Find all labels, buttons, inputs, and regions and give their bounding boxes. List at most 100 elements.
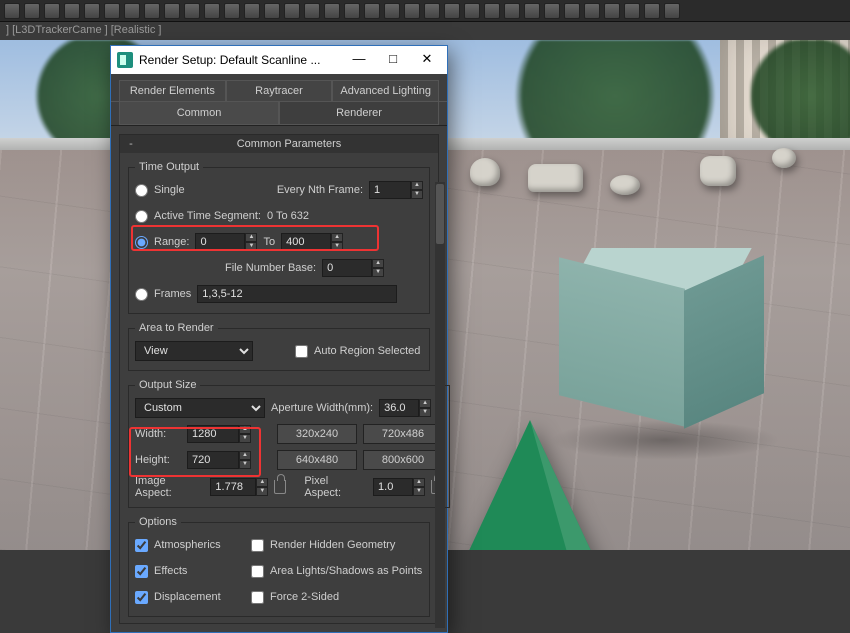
options-group: Options Atmospherics Render Hidden Geome… <box>128 516 430 617</box>
spinner[interactable]: ▲▼ <box>331 233 343 251</box>
tab-renderer[interactable]: Renderer <box>279 102 439 125</box>
toolbar-icon[interactable] <box>364 3 380 19</box>
toolbar-icon[interactable] <box>564 3 580 19</box>
frames-radio[interactable]: Frames <box>135 288 191 301</box>
lock-icon[interactable] <box>274 480 286 494</box>
preset-640x480-button[interactable]: 640x480 <box>277 450 357 470</box>
toolbar-icon[interactable] <box>304 3 320 19</box>
spinner[interactable]: ▲▼ <box>372 259 384 277</box>
scene-cone[interactable] <box>460 420 600 550</box>
toolbar-icon[interactable] <box>4 3 20 19</box>
main-toolbar <box>0 0 850 22</box>
toolbar-icon[interactable] <box>504 3 520 19</box>
toolbar-icon[interactable] <box>484 3 500 19</box>
frames-label: Frames <box>154 288 191 300</box>
spinner[interactable]: ▲▼ <box>419 399 431 417</box>
active-segment-range: 0 To 632 <box>267 210 309 222</box>
titlebar[interactable]: Render Setup: Default Scanline ... — □ ✕ <box>111 46 447 74</box>
toolbar-icon[interactable] <box>144 3 160 19</box>
toolbar-icon[interactable] <box>604 3 620 19</box>
spinner[interactable]: ▲▼ <box>239 451 251 469</box>
toolbar-icon[interactable] <box>44 3 60 19</box>
preset-800x600-button[interactable]: 800x600 <box>363 450 443 470</box>
toolbar-icon[interactable] <box>64 3 80 19</box>
auto-region-label: Auto Region Selected <box>314 345 420 357</box>
option-label: Atmospherics <box>154 539 221 551</box>
common-parameters-panel: - Common Parameters Time Output Single E… <box>119 134 439 624</box>
tab-advanced-lighting[interactable]: Advanced Lighting <box>332 80 439 101</box>
option-label: Area Lights/Shadows as Points <box>270 565 422 577</box>
toolbar-icon[interactable] <box>464 3 480 19</box>
auto-region-checkbox[interactable]: Auto Region Selected <box>295 345 420 358</box>
effects-checkbox[interactable]: Effects <box>135 565 245 578</box>
group-legend: Options <box>135 516 181 528</box>
toolbar-icon[interactable] <box>124 3 140 19</box>
toolbar-icon[interactable] <box>244 3 260 19</box>
range-label: Range: <box>154 236 189 248</box>
range-to-label: To <box>263 236 275 248</box>
range-from-input[interactable] <box>195 233 245 251</box>
width-label: Width: <box>135 428 181 440</box>
toolbar-icon[interactable] <box>444 3 460 19</box>
toolbar-icon[interactable] <box>584 3 600 19</box>
spinner[interactable]: ▲▼ <box>239 425 251 443</box>
single-radio[interactable]: Single <box>135 184 185 197</box>
minimize-button[interactable]: — <box>345 50 373 70</box>
force-2sided-checkbox[interactable]: Force 2-Sided <box>251 591 339 604</box>
frames-input[interactable] <box>197 285 397 303</box>
toolbar-icon[interactable] <box>264 3 280 19</box>
toolbar-icon[interactable] <box>284 3 300 19</box>
toolbar-icon[interactable] <box>404 3 420 19</box>
toolbar-icon[interactable] <box>544 3 560 19</box>
scene-cube[interactable] <box>560 230 760 430</box>
group-legend: Output Size <box>135 379 200 391</box>
range-radio[interactable]: Range: <box>135 236 189 249</box>
toolbar-icon[interactable] <box>644 3 660 19</box>
tab-common[interactable]: Common <box>119 102 279 125</box>
panel-scrollbar[interactable] <box>435 182 445 628</box>
close-button[interactable]: ✕ <box>413 50 441 70</box>
preset-720x486-button[interactable]: 720x486 <box>363 424 443 444</box>
tab-raytracer[interactable]: Raytracer <box>226 80 333 101</box>
toolbar-icon[interactable] <box>164 3 180 19</box>
output-preset-select[interactable]: Custom <box>135 398 265 418</box>
spinner[interactable]: ▲▼ <box>413 478 425 496</box>
toolbar-icon[interactable] <box>204 3 220 19</box>
height-input[interactable] <box>187 451 239 469</box>
displacement-checkbox[interactable]: Displacement <box>135 591 245 604</box>
toolbar-icon[interactable] <box>344 3 360 19</box>
toolbar-icon[interactable] <box>224 3 240 19</box>
toolbar-icon[interactable] <box>664 3 680 19</box>
rollout-toggle[interactable]: - <box>126 138 136 150</box>
toolbar-icon[interactable] <box>524 3 540 19</box>
file-number-base-input[interactable] <box>322 259 372 277</box>
spinner[interactable]: ▲▼ <box>245 233 257 251</box>
toolbar-icon[interactable] <box>424 3 440 19</box>
time-output-group: Time Output Single Every Nth Frame: ▲▼ <box>128 161 430 314</box>
toolbar-icon[interactable] <box>184 3 200 19</box>
maximize-button[interactable]: □ <box>379 50 407 70</box>
toolbar-icon[interactable] <box>104 3 120 19</box>
image-aspect-input[interactable] <box>210 478 256 496</box>
area-mode-select[interactable]: View <box>135 341 253 361</box>
toolbar-icon[interactable] <box>324 3 340 19</box>
tab-render-elements[interactable]: Render Elements <box>119 80 226 101</box>
toolbar-icon[interactable] <box>84 3 100 19</box>
active-segment-radio[interactable]: Active Time Segment: <box>135 210 261 223</box>
range-to-input[interactable] <box>281 233 331 251</box>
pixel-aspect-input[interactable] <box>373 478 413 496</box>
preset-320x240-button[interactable]: 320x240 <box>277 424 357 444</box>
width-input[interactable] <box>187 425 239 443</box>
single-label: Single <box>154 184 185 196</box>
aperture-input[interactable] <box>379 399 419 417</box>
aperture-label: Aperture Width(mm): <box>271 402 373 414</box>
spinner[interactable]: ▲▼ <box>411 181 423 199</box>
viewport-label[interactable]: ] [L3DTrackerCame ] [Realistic ] <box>0 22 850 40</box>
toolbar-icon[interactable] <box>624 3 640 19</box>
spinner[interactable]: ▲▼ <box>256 478 268 496</box>
toolbar-icon[interactable] <box>384 3 400 19</box>
render-setup-dialog: Render Setup: Default Scanline ... — □ ✕… <box>110 45 448 633</box>
every-nth-input[interactable] <box>369 181 411 199</box>
toolbar-icon[interactable] <box>24 3 40 19</box>
area-lights-checkbox[interactable]: Area Lights/Shadows as Points <box>251 565 422 578</box>
